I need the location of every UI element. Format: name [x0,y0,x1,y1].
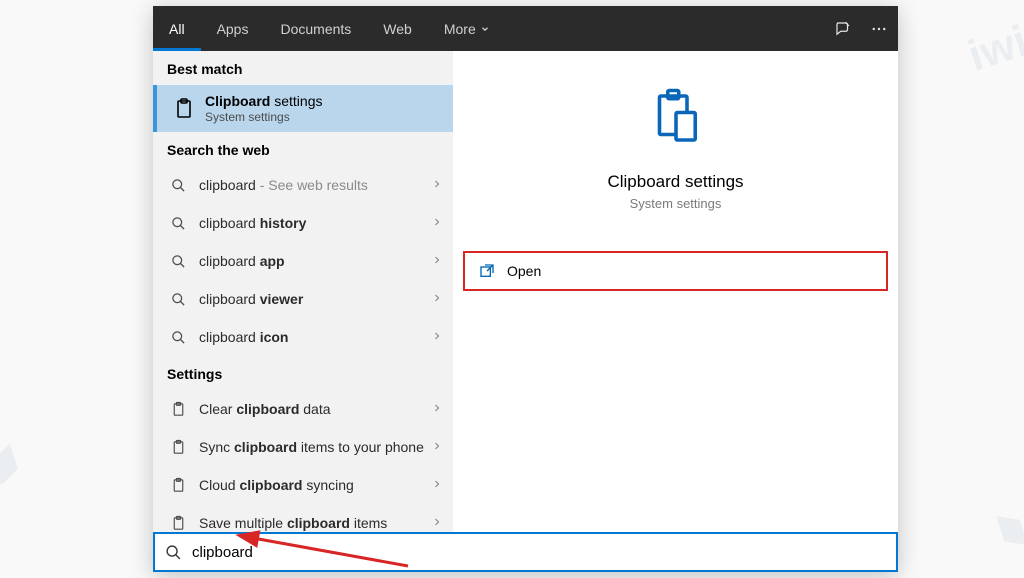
web-result[interactable]: clipboard history [153,204,453,242]
open-icon [479,263,495,279]
result-label: clipboard - See web results [199,177,431,193]
chevron-right-icon [431,401,443,417]
chevron-right-icon [431,253,443,269]
tab-all[interactable]: All [153,6,201,51]
best-match-subtitle: System settings [205,110,322,124]
search-icon [167,330,189,345]
open-action[interactable]: Open [463,251,888,291]
web-result[interactable]: clipboard app [153,242,453,280]
clipboard-icon [167,439,189,456]
result-label: clipboard icon [199,329,431,345]
chevron-right-icon [431,439,443,455]
result-label: Cloud clipboard syncing [199,477,431,493]
search-icon [167,292,189,307]
chevron-right-icon [431,329,443,345]
result-label: Sync clipboard items to your phone [199,439,431,455]
watermark [0,426,32,507]
section-settings: Settings [153,356,453,390]
tab-apps[interactable]: Apps [201,6,265,51]
watermark [984,484,1024,565]
more-options-icon[interactable] [870,20,888,38]
result-label: Save multiple clipboard items [199,515,431,531]
tab-more[interactable]: More [428,6,506,51]
section-search-web: Search the web [153,132,453,166]
result-label: clipboard viewer [199,291,431,307]
details-subtitle: System settings [630,196,722,211]
search-tabs: All Apps Documents Web More [153,6,898,51]
settings-result[interactable]: Save multiple clipboard items [153,504,453,532]
chevron-right-icon [431,477,443,493]
section-best-match: Best match [153,51,453,85]
chevron-right-icon [431,515,443,531]
search-icon [167,178,189,193]
watermark: iwin [963,8,1024,82]
clipboard-icon [169,97,199,121]
result-label: clipboard app [199,253,431,269]
details-title: Clipboard settings [607,172,743,192]
chevron-right-icon [431,215,443,231]
chevron-right-icon [431,291,443,307]
best-match-result[interactable]: Clipboard settings System settings [153,85,453,132]
search-panel: All Apps Documents Web More Best match [153,6,898,572]
tab-documents[interactable]: Documents [264,6,367,51]
tab-web[interactable]: Web [367,6,428,51]
chevron-right-icon [431,177,443,193]
chevron-down-icon [480,21,490,37]
web-result[interactable]: clipboard viewer [153,280,453,318]
clipboard-icon [167,401,189,418]
tab-more-label: More [444,21,476,37]
clipboard-icon [167,515,189,532]
best-match-title: Clipboard settings [205,93,322,109]
clipboard-large-icon [643,85,709,156]
results-column: Best match Clipboard settings System set… [153,51,453,532]
details-column: Clipboard settings System settings Open [453,51,898,532]
search-icon [167,254,189,269]
search-icon [167,216,189,231]
feedback-icon[interactable] [834,20,852,38]
search-icon [165,544,182,561]
open-label: Open [507,263,541,279]
settings-result[interactable]: Sync clipboard items to your phone [153,428,453,466]
clipboard-icon [167,477,189,494]
result-label: Clear clipboard data [199,401,431,417]
web-result[interactable]: clipboard icon [153,318,453,356]
settings-result[interactable]: Clear clipboard data [153,390,453,428]
search-input[interactable] [192,544,886,561]
search-bar[interactable] [153,532,898,572]
settings-result[interactable]: Cloud clipboard syncing [153,466,453,504]
web-result[interactable]: clipboard - See web results [153,166,453,204]
result-label: clipboard history [199,215,431,231]
